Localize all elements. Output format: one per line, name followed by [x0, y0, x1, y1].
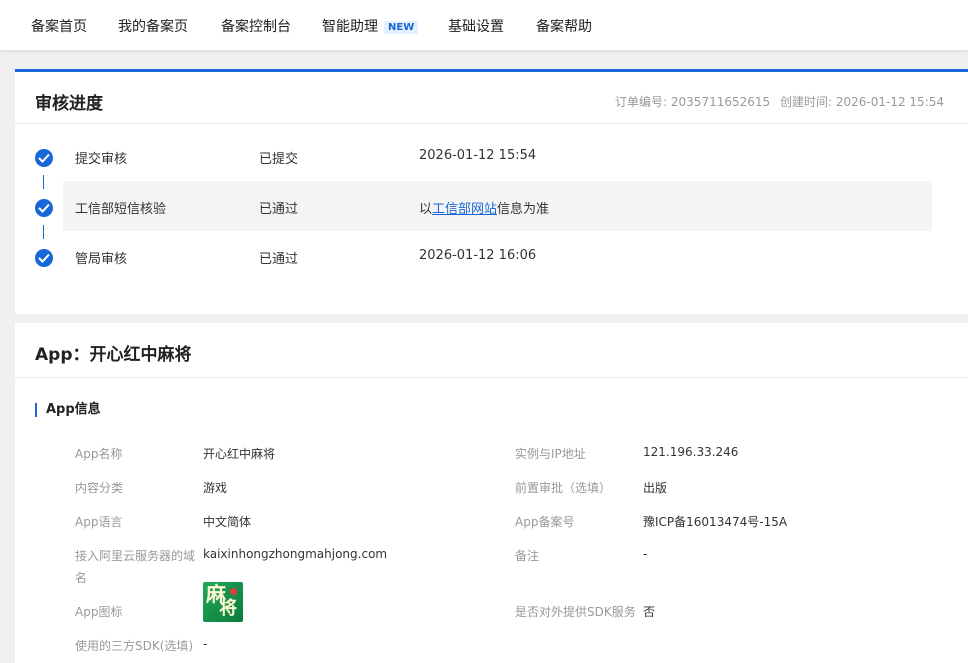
info-prefix: 以 — [419, 202, 433, 217]
step-row: 管局审核 已通过 2026-01-12 16:06 — [63, 231, 932, 281]
order-number: 订单编号: 2035711652615 — [615, 95, 771, 109]
review-title: 审核进度 — [35, 94, 103, 114]
step-info: 2026-01-12 15:54 — [419, 148, 537, 163]
app-icon-dot — [230, 588, 237, 595]
field-value: 豫ICP备16013474号-15A — [643, 515, 788, 529]
step-row: 提交审核 已提交 2026-01-12 15:54 — [63, 131, 932, 181]
app-info-card: App：开心红中麻将 App信息 App名称 开心红中麻将 内容分类 游戏 Ap… — [15, 323, 968, 663]
progress-connector — [43, 225, 44, 239]
progress-connector — [43, 175, 44, 189]
field-value: 中文简体 — [203, 515, 252, 529]
nav-assistant[interactable]: 智能助理 NEW — [322, 16, 419, 36]
step-name: 提交审核 — [75, 152, 128, 167]
review-progress-card: 审核进度 订单编号: 2035711652615 创建时间: 2026-01-1… — [15, 69, 968, 314]
section-title: App信息 — [35, 403, 101, 417]
field-label: 名 — [75, 571, 88, 585]
field-label: 是否对外提供SDK服务 — [515, 605, 636, 619]
app-icon: 麻 将 — [203, 582, 243, 622]
field-label: App语言 — [75, 515, 123, 529]
step-row: 工信部短信核验 已通过 以工信部网站信息为准 — [63, 181, 932, 231]
field-label: 实例与IP地址 — [515, 447, 586, 461]
divider — [15, 377, 968, 378]
new-badge: NEW — [384, 21, 419, 34]
nav-console[interactable]: 备案控制台 — [221, 16, 291, 36]
field-label: App备案号 — [515, 515, 575, 529]
field-value: - — [643, 547, 648, 561]
field-label: 备注 — [515, 549, 540, 563]
app-icon-glyph: 将 — [219, 598, 237, 619]
step-status: 已通过 — [259, 202, 299, 217]
field-label: 接入阿里云服务器的域 — [75, 549, 196, 563]
field-label: App名称 — [75, 447, 123, 461]
step-name: 工信部短信核验 — [75, 202, 167, 217]
field-value: 开心红中麻将 — [203, 447, 276, 461]
field-value: 121.196.33.246 — [643, 445, 739, 459]
field-value: 出版 — [643, 481, 668, 495]
check-circle-icon — [35, 149, 53, 167]
nav-help[interactable]: 备案帮助 — [536, 16, 592, 36]
nav-settings[interactable]: 基础设置 — [448, 16, 504, 36]
nav-home[interactable]: 备案首页 — [31, 16, 87, 36]
nav-my-filing[interactable]: 我的备案页 — [118, 16, 188, 36]
divider — [15, 123, 968, 124]
field-value: - — [203, 637, 208, 651]
field-value: kaixinhongzhongmahjong.com — [203, 547, 388, 561]
field-label: 内容分类 — [75, 481, 124, 495]
step-status: 已通过 — [259, 252, 299, 267]
created-time: 创建时间: 2026-01-12 15:54 — [780, 95, 944, 109]
step-status: 已提交 — [259, 152, 299, 167]
field-value: 游戏 — [203, 481, 228, 495]
top-navigation: 备案首页 我的备案页 备案控制台 智能助理 NEW 基础设置 备案帮助 — [0, 0, 968, 50]
field-label: 使用的三方SDK(选填) — [75, 639, 194, 653]
field-label: App图标 — [75, 605, 123, 619]
check-circle-icon — [35, 249, 53, 267]
step-info: 以工信部网站信息为准 — [419, 198, 549, 217]
step-name: 管局审核 — [75, 252, 128, 267]
order-meta: 订单编号: 2035711652615 创建时间: 2026-01-12 15:… — [609, 93, 944, 110]
check-circle-icon — [35, 199, 53, 217]
miit-website-link[interactable]: 工信部网站 — [432, 202, 497, 217]
nav-assistant-label: 智能助理 — [322, 19, 378, 35]
info-suffix: 信息为准 — [497, 202, 550, 217]
app-title: App：开心红中麻将 — [35, 345, 192, 365]
step-info: 2026-01-12 16:06 — [419, 248, 537, 263]
field-label: 前置审批（选填） — [515, 481, 612, 495]
field-value: 否 — [643, 605, 656, 619]
